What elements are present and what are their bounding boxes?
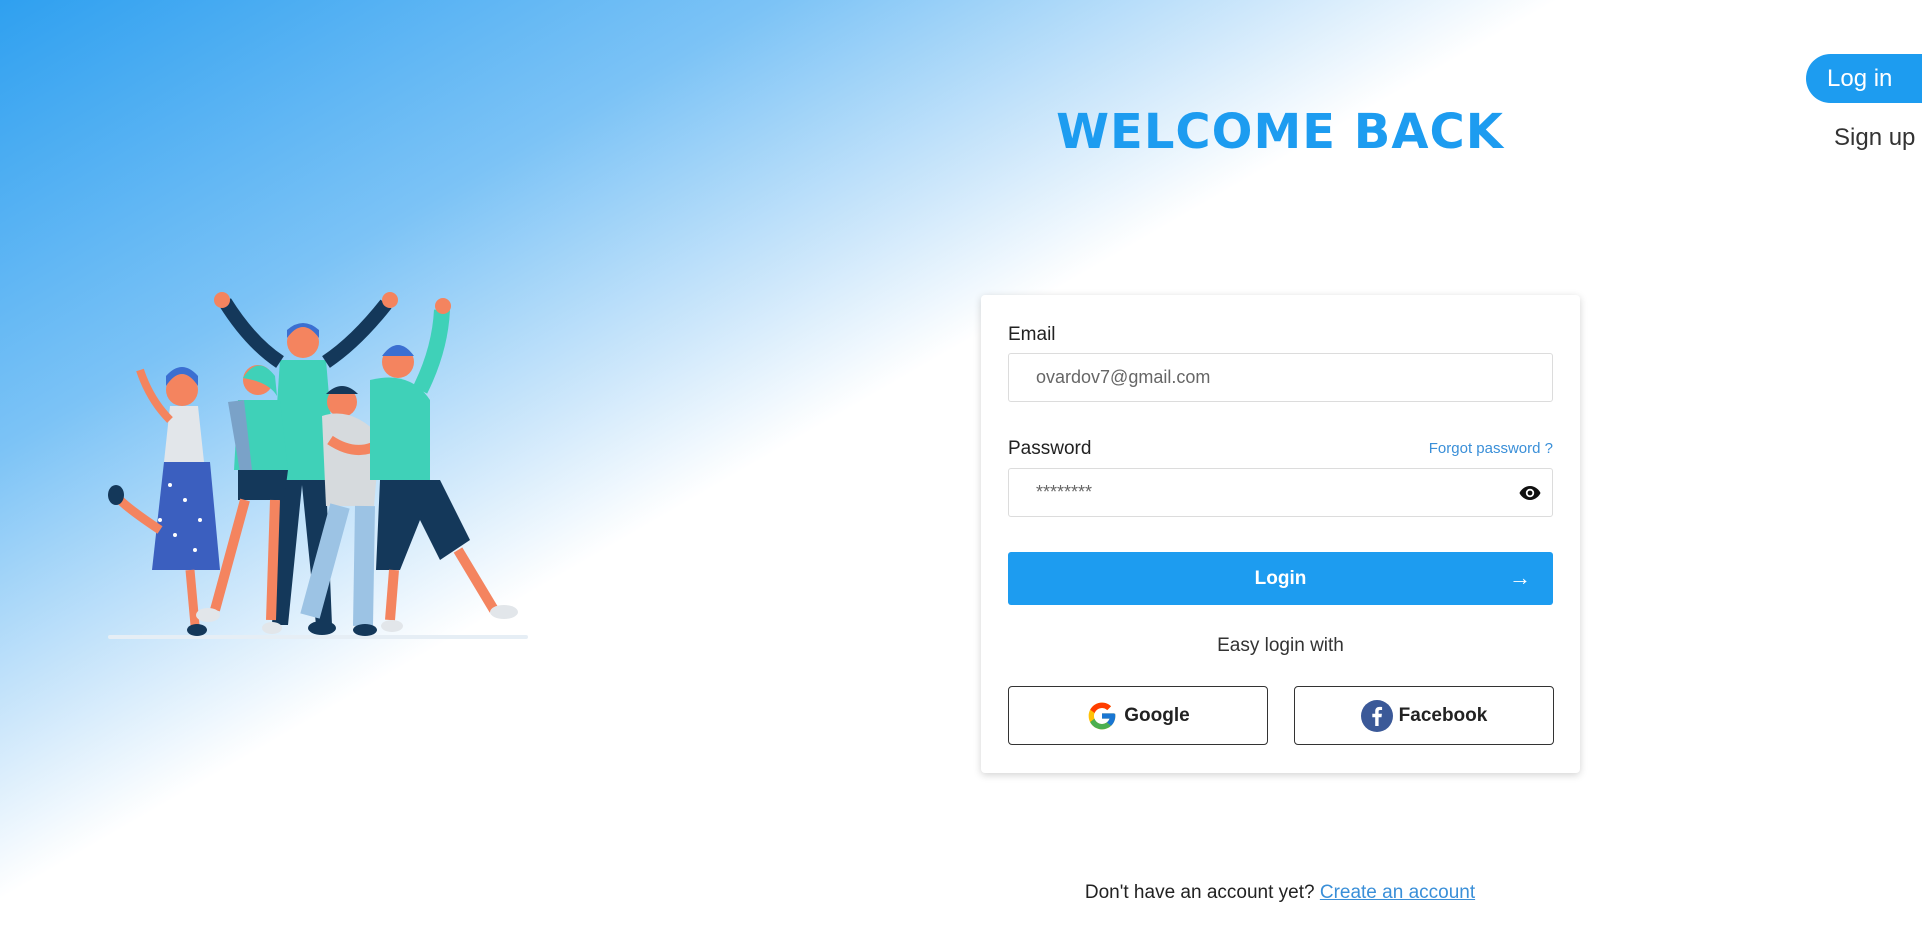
google-icon (1088, 702, 1116, 729)
password-label: Password (1008, 438, 1092, 459)
signup-prompt: Don't have an account yet? Create an acc… (980, 882, 1580, 904)
person-5 (370, 298, 518, 632)
google-login-button[interactable]: Google (1008, 686, 1268, 745)
eye-icon[interactable] (1517, 481, 1543, 505)
login-page: Log in Sign up WELCOME BACK Email Passwo… (0, 0, 1922, 935)
easy-login-label: Easy login with (1217, 635, 1344, 656)
signup-prompt-text: Don't have an account yet? (1084, 882, 1315, 903)
facebook-label: Facebook (1398, 704, 1488, 726)
login-button-label: Login (1254, 567, 1307, 589)
arrow-right-icon: → (1509, 565, 1531, 590)
nav-signup-link[interactable]: Sign up (1834, 124, 1915, 152)
email-field-box (1008, 353, 1553, 402)
create-account-link[interactable]: Create an account (1320, 882, 1475, 903)
login-submit-button[interactable]: Login → (1008, 552, 1553, 605)
forgot-password-link[interactable]: Forgot password ? (1429, 440, 1553, 457)
page-title: WELCOME BACK (1056, 104, 1504, 160)
login-card: Email Password Forgot password ? Login →… (981, 295, 1580, 773)
nav-login-button[interactable]: Log in (1806, 54, 1922, 103)
facebook-icon (1360, 699, 1393, 732)
people-illustration (108, 292, 528, 639)
facebook-login-button[interactable]: Facebook (1294, 686, 1554, 745)
person-1 (108, 367, 220, 636)
password-field-box (1008, 468, 1553, 517)
google-label: Google (1124, 704, 1190, 726)
email-field[interactable] (1009, 354, 1506, 401)
email-label: Email (1008, 324, 1056, 345)
password-field[interactable] (1009, 469, 1506, 516)
